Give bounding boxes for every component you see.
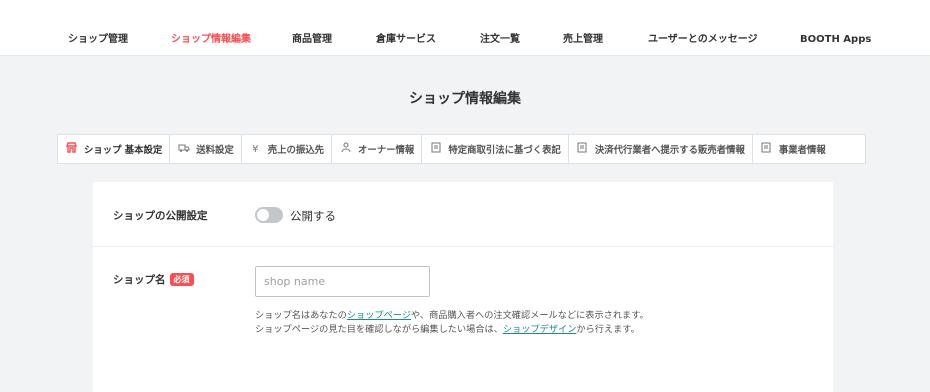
nav-shop-info-edit[interactable]: ショップ情報編集 (171, 33, 251, 47)
required-badge: 必須 (169, 273, 194, 286)
shop-icon (65, 142, 78, 156)
document-icon (576, 142, 589, 156)
tab-specified-commercial-transactions[interactable]: 特定商取引法に基づく表記 (422, 135, 569, 163)
nav-warehouse-service[interactable]: 倉庫サービス (376, 33, 436, 47)
tab-label: 送料設定 (196, 145, 234, 156)
help-text: ショップ名はあなたの (255, 310, 347, 321)
document-icon (760, 142, 773, 156)
shop-name-label-text: ショップ名 (113, 274, 166, 286)
tab-business-info[interactable]: 事業者情報 (753, 135, 833, 163)
row-divider (93, 246, 833, 247)
user-icon (339, 142, 352, 156)
nav-sales-management[interactable]: 売上管理 (563, 33, 603, 47)
document-icon (429, 142, 442, 156)
publish-setting-label: ショップの公開設定 (113, 210, 208, 222)
settings-tab-bar: ショップ 基本設定 送料設定 ¥ 売上の振込先 オーナー情報 特定商取引法に基づ… (57, 134, 866, 164)
nav-product-management[interactable]: 商品管理 (292, 33, 332, 47)
publish-toggle[interactable] (255, 207, 283, 223)
tab-label: 売上の振込先 (267, 145, 325, 156)
tab-label: 特定商取引法に基づく表記 (448, 145, 561, 156)
shop-name-help: ショップ名はあなたのショップページや、商品購入者への注文確認メールなどに表示され… (255, 309, 675, 337)
shop-design-link[interactable]: ショップデザイン (503, 324, 577, 335)
nav-user-messages[interactable]: ユーザーとのメッセージ (648, 33, 758, 47)
shop-page-link[interactable]: ショップページ (347, 310, 411, 321)
settings-form-card: ショップの公開設定 公開する ショップ名必須 ショップ名はあなたのショップページ… (93, 182, 833, 392)
shop-name-input[interactable] (255, 266, 430, 297)
top-navigation: ショップ管理 ショップ情報編集 商品管理 倉庫サービス 注文一覧 売上管理 ユー… (0, 0, 930, 56)
yen-icon: ¥ (252, 143, 259, 155)
nav-booth-apps[interactable]: BOOTH Apps (800, 33, 871, 47)
shop-name-label: ショップ名 必須 (113, 272, 194, 287)
truck-icon (177, 143, 190, 156)
tab-owner-info[interactable]: オーナー情報 (332, 135, 423, 163)
tab-label: オーナー情報 (358, 145, 415, 156)
tab-sales-transfer-destination[interactable]: ¥ 売上の振込先 (242, 135, 333, 163)
tab-shop-basic-settings[interactable]: ショップ 基本設定 (58, 135, 171, 163)
tab-label: 事業者情報 (778, 145, 826, 156)
tab-seller-info-for-payment-agency[interactable]: 決済代行業者へ提示する販売者情報 (569, 135, 753, 163)
publish-toggle-label: 公開する (290, 209, 336, 223)
tab-label: ショップ 基本設定 (84, 145, 163, 156)
nav-shop-management[interactable]: ショップ管理 (68, 33, 128, 47)
tab-label: 決済代行業者へ提示する販売者情報 (594, 145, 745, 156)
nav-order-list[interactable]: 注文一覧 (480, 33, 520, 47)
page-title: ショップ情報編集 (409, 91, 521, 107)
toggle-knob (257, 209, 269, 221)
tab-shipping-settings[interactable]: 送料設定 (170, 135, 242, 163)
help-text: や、商品購入者への注文確認メールなどに表示されます。 (411, 310, 649, 321)
help-text: から行えます。 (576, 324, 640, 335)
help-text: ショップページの見た目を確認しながら編集したい場合は、 (255, 324, 503, 335)
